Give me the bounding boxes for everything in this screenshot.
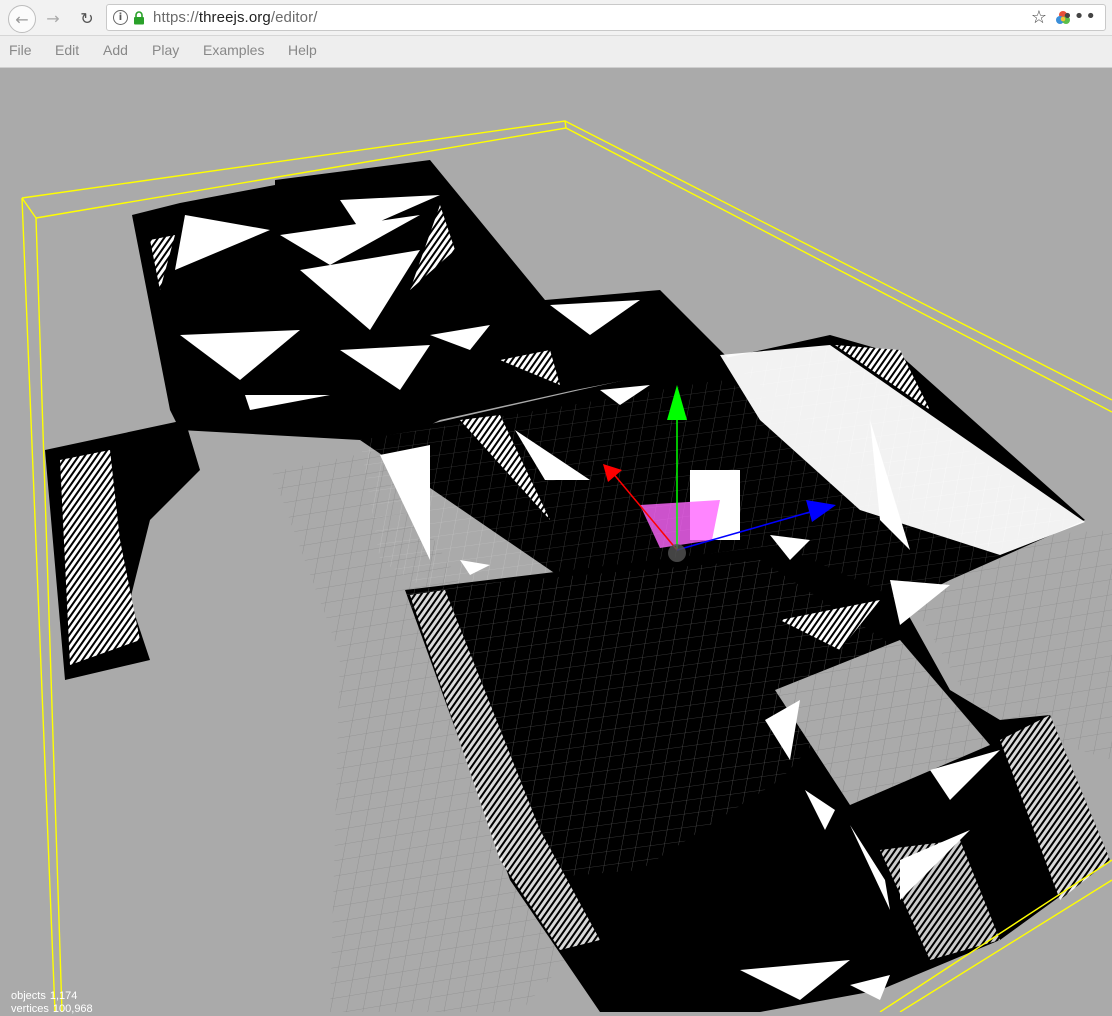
info-icon[interactable]: i [113,10,128,25]
forward-icon[interactable]: → [40,5,66,31]
vertices-label: vertices [11,1003,49,1015]
url-path: /editor/ [270,9,318,26]
gizmo-center[interactable] [668,544,686,562]
address-bar[interactable]: i https://threejs.org/editor/ ☆ ••• [106,4,1106,31]
menu-add[interactable]: Add [103,42,128,58]
menu-edit[interactable]: Edit [55,42,79,58]
url-host: threejs.org [198,9,271,26]
menu-file[interactable]: File [9,42,32,58]
objects-label: objects [11,990,46,1002]
lock-icon [134,11,144,25]
url-text[interactable]: https://threejs.org/editor/ [153,9,317,26]
menu-help[interactable]: Help [288,42,317,58]
3d-viewport[interactable] [0,68,1112,1012]
editor-menubar: File Edit Add Play Examples Help [0,36,1112,68]
menu-play[interactable]: Play [152,42,179,58]
objects-count: objects 1,174 [11,990,93,1003]
browser-toolbar: ← → ↻ i https://threejs.org/editor/ ☆ ••… [0,0,1112,36]
url-scheme: https:// [153,9,199,26]
more-icon[interactable]: ••• [1062,6,1097,27]
menu-examples[interactable]: Examples [203,42,264,58]
vertices-value: 100,968 [52,1003,93,1015]
scene-render [21,120,1112,1012]
reload-icon[interactable]: ↻ [74,5,100,31]
vertices-count: vertices 100,968 [11,1003,93,1016]
back-icon[interactable]: ← [8,5,36,33]
objects-value: 1,174 [49,990,78,1002]
star-icon[interactable]: ☆ [1031,7,1047,28]
render-info: objects 1,174 vertices 100,968 [11,990,93,1016]
